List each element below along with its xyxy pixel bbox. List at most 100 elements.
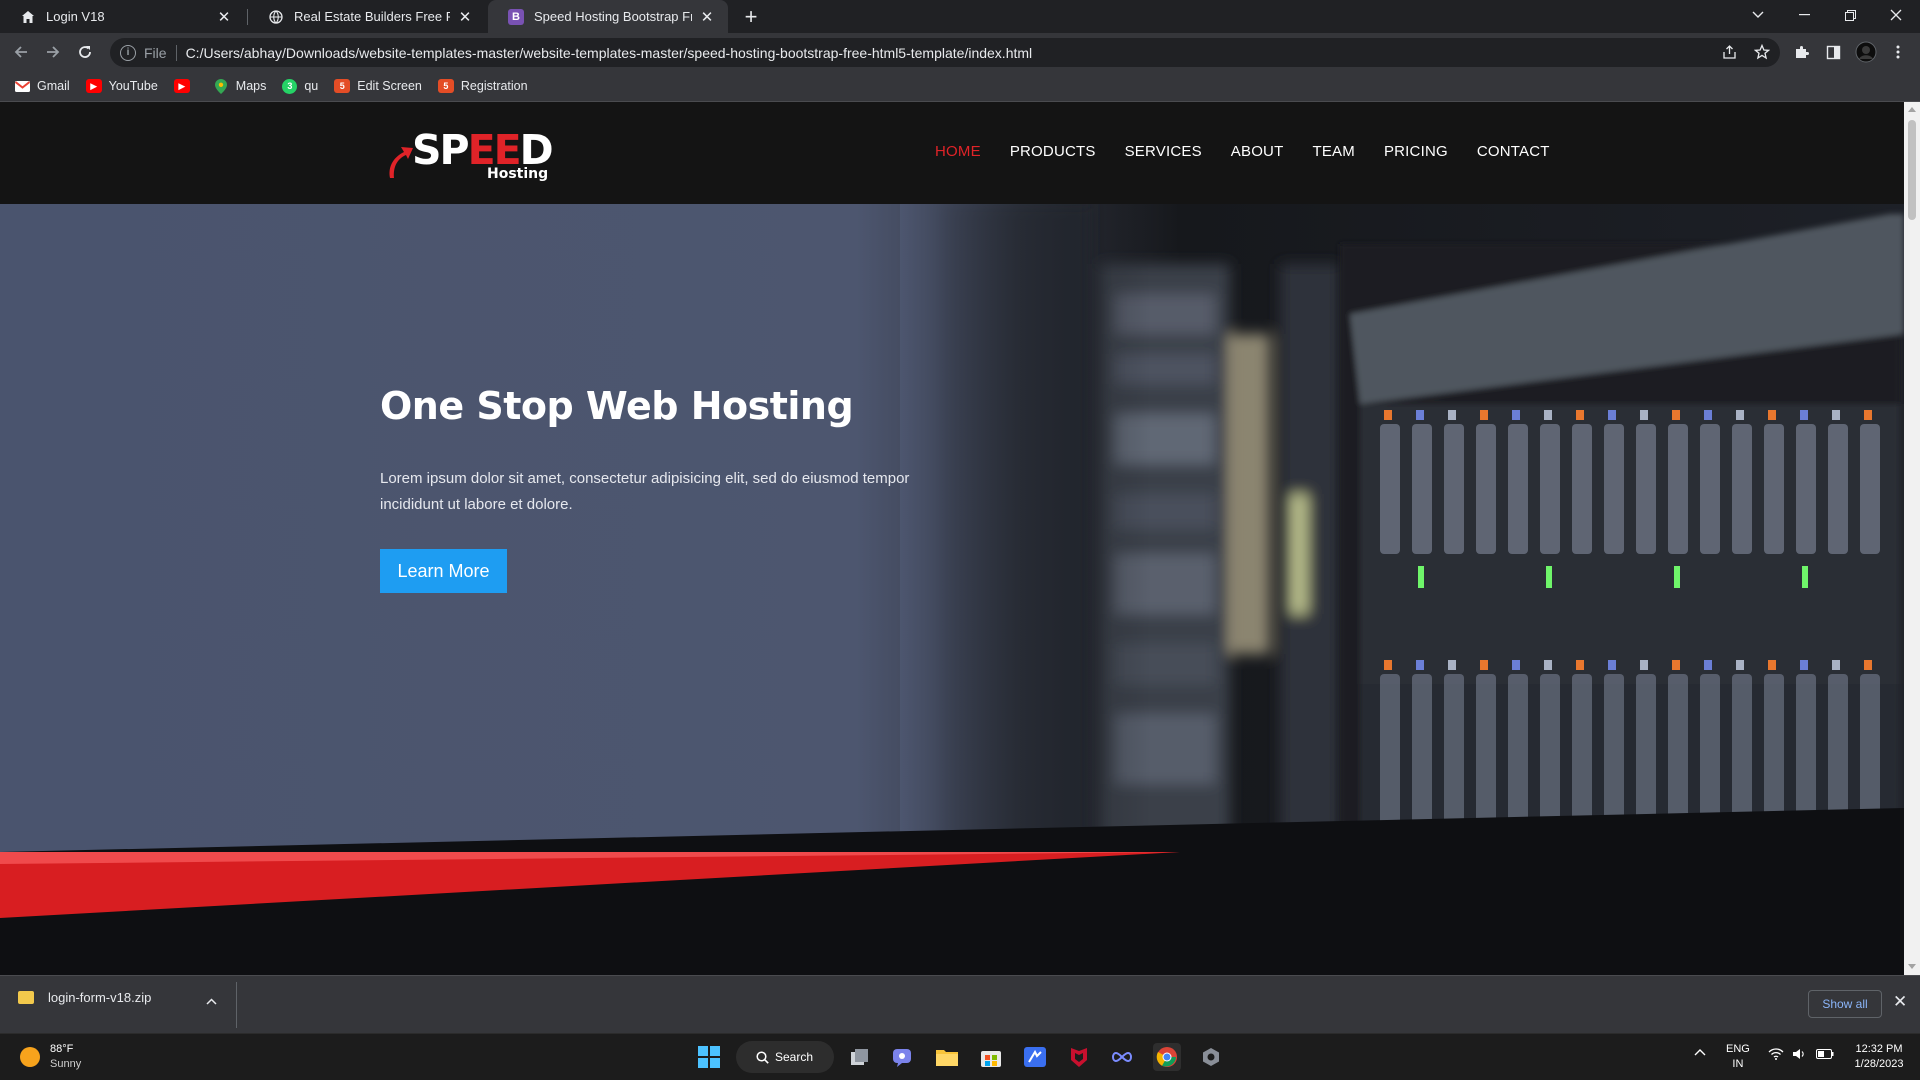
download-item[interactable]: login-form-v18.zip — [18, 990, 151, 1005]
logo-subtitle: Hosting — [487, 166, 549, 182]
close-tab-icon[interactable]: ✕ — [698, 8, 716, 26]
teams-chat-icon[interactable] — [889, 1043, 917, 1071]
wifi-icon[interactable] — [1768, 1048, 1784, 1065]
vscode-icon[interactable] — [1021, 1043, 1049, 1071]
infinity-app-icon[interactable] — [1108, 1043, 1136, 1071]
bookmark-qu[interactable]: 3 qu — [282, 78, 319, 94]
new-tab-button[interactable]: + — [738, 4, 764, 30]
close-tab-icon[interactable]: ✕ — [215, 8, 233, 26]
chevron-up-icon[interactable] — [206, 994, 217, 1008]
forward-arrow-icon[interactable] — [41, 40, 65, 64]
page-viewport: SPEED Hosting HOME PRODUCTS SERVICES ABO… — [0, 102, 1904, 975]
close-tab-icon[interactable]: ✕ — [456, 8, 474, 26]
menu-contact[interactable]: CONTACT — [1477, 143, 1550, 160]
bookmark-registration[interactable]: 5 Registration — [437, 79, 528, 93]
bookmark-maps[interactable]: Maps — [213, 78, 267, 94]
menu-products[interactable]: PRODUCTS — [1010, 143, 1096, 160]
mcafee-icon[interactable] — [1065, 1043, 1093, 1071]
site-navbar: SPEED Hosting HOME PRODUCTS SERVICES ABO… — [0, 102, 1904, 204]
menu-team[interactable]: TEAM — [1312, 143, 1354, 160]
tab-speed-hosting[interactable]: B Speed Hosting Bootstrap Free HTML5 Tem… — [488, 0, 728, 33]
tab-real-estate[interactable]: Real Estate Builders Free Respon ✕ — [248, 0, 486, 33]
menu-home[interactable]: HOME — [935, 143, 981, 160]
maps-icon — [213, 78, 229, 94]
tab-login-v18[interactable]: Login V18 ✕ — [0, 0, 245, 33]
task-view-icon[interactable] — [846, 1043, 874, 1071]
language-code: ENG — [1726, 1043, 1750, 1055]
tab-title: Real Estate Builders Free Respon — [294, 9, 450, 24]
gmail-icon — [14, 79, 30, 93]
bookmark-label: Maps — [235, 79, 267, 93]
weather-temp: 88°F — [50, 1043, 74, 1055]
extensions-icon[interactable] — [1790, 41, 1812, 63]
volume-icon[interactable] — [1792, 1048, 1806, 1065]
reload-icon[interactable] — [73, 40, 97, 64]
clock-date: 1/28/2023 — [1854, 1058, 1904, 1070]
clock[interactable]: 12:32 PM 1/28/2023 — [1846, 1042, 1912, 1072]
restore-icon[interactable] — [1828, 0, 1872, 30]
omnibox-divider — [175, 44, 177, 61]
chevron-up-icon[interactable] — [1694, 1046, 1706, 1061]
browser-toolbar: i File C:/Users/abhay/Downloads/website-… — [0, 33, 1920, 71]
bookmark-label: Edit Screen — [357, 79, 422, 93]
bookmark-star-icon[interactable] — [1751, 41, 1773, 63]
address-bar[interactable]: i File C:/Users/abhay/Downloads/website-… — [110, 38, 1780, 67]
share-icon[interactable] — [1718, 41, 1740, 63]
hero-slant-divider — [0, 808, 1904, 975]
scrollbar-thumb[interactable] — [1908, 120, 1916, 220]
downloads-divider — [236, 982, 237, 1028]
bookmark-gmail[interactable]: Gmail — [14, 79, 70, 93]
chrome-icon[interactable] — [1153, 1043, 1181, 1071]
microsoft-store-icon[interactable] — [977, 1043, 1005, 1071]
clock-time: 12:32 PM — [1855, 1043, 1903, 1055]
page-scrollbar[interactable] — [1904, 102, 1920, 975]
weather-desc: Sunny — [50, 1058, 82, 1070]
weather-widget[interactable]: 88°F Sunny — [20, 1042, 81, 1072]
scroll-up-arrow-icon[interactable] — [1908, 107, 1916, 112]
show-all-button[interactable]: Show all — [1808, 990, 1882, 1018]
tab-strip: Login V18 ✕ Real Estate Builders Free Re… — [0, 0, 1920, 33]
bookmark-youtube[interactable]: ▶ YouTube — [85, 79, 158, 93]
bookmark-youtube-2[interactable]: ▶ — [173, 79, 197, 93]
close-downloads-icon[interactable]: ✕ — [1893, 992, 1907, 1012]
minimize-icon[interactable] — [1782, 0, 1826, 30]
html5-icon: 5 — [334, 79, 351, 93]
tab-search-icon[interactable] — [1736, 0, 1780, 30]
whatsapp-icon: 3 — [282, 78, 298, 94]
settings-app-icon[interactable] — [1197, 1043, 1225, 1071]
profile-avatar-icon[interactable] — [1855, 41, 1877, 63]
tab-title: Speed Hosting Bootstrap Free HTML5 Templ… — [534, 9, 692, 24]
scroll-down-arrow-icon[interactable] — [1908, 964, 1916, 969]
download-filename: login-form-v18.zip — [48, 990, 152, 1005]
file-explorer-icon[interactable] — [933, 1043, 961, 1071]
html5-icon: 5 — [437, 79, 454, 93]
windows-start-icon[interactable] — [695, 1043, 723, 1071]
speed-hosting-logo[interactable]: SPEED Hosting — [384, 126, 564, 186]
search-icon — [756, 1050, 769, 1064]
url-text[interactable]: C:/Users/abhay/Downloads/website-templat… — [186, 45, 1033, 61]
youtube-icon: ▶ — [173, 79, 190, 93]
menu-about[interactable]: ABOUT — [1231, 143, 1284, 160]
battery-icon[interactable] — [1816, 1049, 1834, 1064]
close-window-icon[interactable] — [1874, 0, 1918, 30]
zip-file-icon — [18, 991, 34, 1004]
sun-icon — [20, 1047, 40, 1067]
tab-title: Login V18 — [46, 9, 105, 24]
menu-services[interactable]: SERVICES — [1125, 143, 1202, 160]
bookmark-label: Registration — [460, 79, 528, 93]
bookmarks-bar: Gmail ▶ YouTube ▶ Maps 3 qu 5 Edit Scree… — [0, 71, 1920, 102]
youtube-icon: ▶ — [85, 79, 102, 93]
bookmark-edit-screen[interactable]: 5 Edit Screen — [334, 79, 422, 93]
scheme-label: File — [144, 44, 167, 61]
taskbar-search[interactable]: Search — [736, 1041, 834, 1073]
bookmark-label: qu — [304, 79, 319, 93]
menu-pricing[interactable]: PRICING — [1384, 143, 1448, 160]
side-panel-icon[interactable] — [1822, 41, 1844, 63]
house-icon — [20, 9, 36, 25]
language-indicator[interactable]: ENG IN — [1726, 1042, 1750, 1072]
browser-menu-icon[interactable] — [1887, 41, 1909, 63]
bookmark-label: YouTube — [108, 79, 158, 93]
back-arrow-icon[interactable] — [9, 40, 33, 64]
region-code: IN — [1732, 1058, 1744, 1070]
site-info-icon[interactable]: i — [120, 44, 136, 61]
